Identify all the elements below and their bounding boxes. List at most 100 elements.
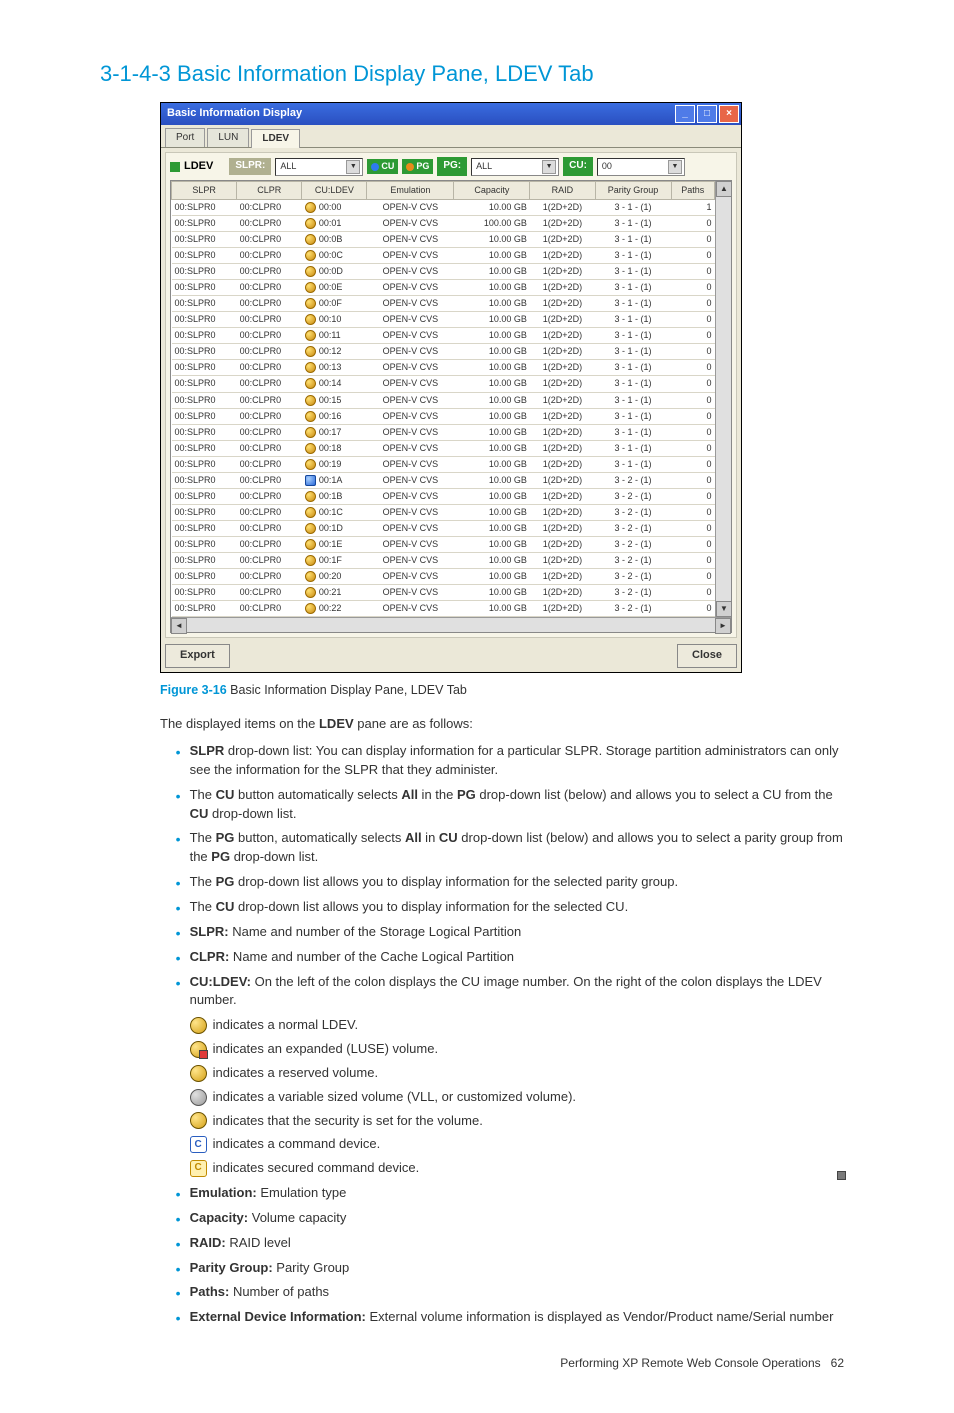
table-row[interactable]: 00:SLPR000:CLPR000:1EOPEN-V CVS10.00 GB1… [172, 536, 715, 552]
table-row[interactable]: 00:SLPR000:CLPR000:11OPEN-V CVS10.00 GB1… [172, 328, 715, 344]
table-row[interactable]: 00:SLPR000:CLPR000:18OPEN-V CVS10.00 GB1… [172, 440, 715, 456]
intro-text: The displayed items on the LDEV pane are… [160, 715, 844, 734]
chevron-down-icon: ▼ [668, 160, 682, 174]
chevron-down-icon: ▼ [542, 160, 556, 174]
scroll-up-icon[interactable]: ▲ [716, 181, 732, 197]
bullet-list: SLPR drop-down list: You can display inf… [160, 742, 844, 1327]
disk-icon [305, 603, 316, 614]
pg-label: PG: [437, 157, 467, 176]
tabstrip: Port LUN LDEV [161, 125, 741, 149]
column-header[interactable]: Parity Group [595, 181, 671, 199]
table-row[interactable]: 00:SLPR000:CLPR000:0EOPEN-V CVS10.00 GB1… [172, 280, 715, 296]
titlebar: Basic Information Display _ □ × [161, 103, 741, 125]
tab-port[interactable]: Port [165, 128, 205, 148]
table-row[interactable]: 00:SLPR000:CLPR000:12OPEN-V CVS10.00 GB1… [172, 344, 715, 360]
disk-icon [305, 202, 316, 213]
scroll-left-icon[interactable]: ◄ [171, 618, 187, 634]
maximize-icon[interactable]: □ [697, 105, 717, 123]
disk-icon [305, 266, 316, 277]
table-row[interactable]: 00:SLPR000:CLPR000:22OPEN-V CVS10.00 GB1… [172, 601, 715, 617]
column-header[interactable]: Emulation [367, 181, 454, 199]
slpr-dropdown[interactable]: ALL ▼ [275, 158, 363, 176]
pg-dropdown[interactable]: ALL ▼ [471, 158, 559, 176]
table-row[interactable]: 00:SLPR000:CLPR000:0FOPEN-V CVS10.00 GB1… [172, 296, 715, 312]
column-header[interactable]: CLPR [237, 181, 302, 199]
disk-icon [305, 234, 316, 245]
section-heading: 3-1-4-3 Basic Information Display Pane, … [100, 58, 844, 90]
cu-dropdown[interactable]: 00 ▼ [597, 158, 685, 176]
tab-ldev[interactable]: LDEV [251, 129, 300, 149]
normal-ldev-icon [190, 1017, 207, 1034]
table-row[interactable]: 00:SLPR000:CLPR000:0BOPEN-V CVS10.00 GB1… [172, 232, 715, 248]
table-row[interactable]: 00:SLPR000:CLPR000:1FOPEN-V CVS10.00 GB1… [172, 552, 715, 568]
table-row[interactable]: 00:SLPR000:CLPR000:16OPEN-V CVS10.00 GB1… [172, 408, 715, 424]
disk-icon [305, 459, 316, 470]
disk-icon [305, 330, 316, 341]
column-header[interactable]: Capacity [454, 181, 530, 199]
radio-icon [406, 163, 414, 171]
table-row[interactable]: 00:SLPR000:CLPR000:01OPEN-V CVS100.00 GB… [172, 215, 715, 231]
table-row[interactable]: 00:SLPR000:CLPR000:14OPEN-V CVS10.00 GB1… [172, 376, 715, 392]
list-item: CLPR: Name and number of the Cache Logic… [176, 948, 844, 967]
column-header[interactable]: RAID [530, 181, 595, 199]
minimize-icon[interactable]: _ [675, 105, 695, 123]
close-button[interactable]: Close [677, 644, 737, 668]
cu-button[interactable]: CU [367, 159, 398, 174]
cmd-ldev-icon [190, 1136, 207, 1153]
disk-icon [305, 314, 316, 325]
export-button[interactable]: Export [165, 644, 230, 668]
tab-lun[interactable]: LUN [207, 128, 249, 148]
table-row[interactable]: 00:SLPR000:CLPR000:10OPEN-V CVS10.00 GB1… [172, 312, 715, 328]
disk-icon [305, 587, 316, 598]
column-header[interactable]: Paths [671, 181, 714, 199]
window-title: Basic Information Display [167, 106, 302, 122]
legend-item: indicates a normal LDEV. [190, 1016, 844, 1035]
list-item: External Device Information: External vo… [176, 1308, 844, 1327]
list-item: Parity Group: Parity Group [176, 1259, 844, 1278]
luse-ldev-icon [190, 1041, 207, 1058]
ldev-table: SLPRCLPRCU:LDEVEmulationCapacityRAIDPari… [171, 181, 715, 617]
disk-icon [305, 539, 316, 550]
scroll-down-icon[interactable]: ▼ [716, 601, 732, 617]
table-row[interactable]: 00:SLPR000:CLPR000:00OPEN-V CVS10.00 GB1… [172, 199, 715, 215]
table-row[interactable]: 00:SLPR000:CLPR000:20OPEN-V CVS10.00 GB1… [172, 569, 715, 585]
legend-item: indicates a variable sized volume (VLL, … [190, 1088, 844, 1107]
page-footer: Performing XP Remote Web Console Operati… [100, 1355, 844, 1372]
disk-icon [305, 346, 316, 357]
column-header[interactable]: SLPR [172, 181, 237, 199]
disk-icon [305, 507, 316, 518]
vll-ldev-icon [190, 1089, 207, 1106]
command-device-icon [305, 475, 316, 486]
cu-label: CU: [563, 157, 593, 176]
slpr-value: ALL [280, 160, 296, 173]
table-row[interactable]: 00:SLPR000:CLPR000:1AOPEN-V CVS10.00 GB1… [172, 472, 715, 488]
ldev-badge: LDEV [170, 159, 213, 175]
scroll-right-icon[interactable]: ► [715, 618, 731, 634]
legend-item: indicates a command device. [190, 1135, 844, 1154]
table-row[interactable]: 00:SLPR000:CLPR000:21OPEN-V CVS10.00 GB1… [172, 585, 715, 601]
table-row[interactable]: 00:SLPR000:CLPR000:1COPEN-V CVS10.00 GB1… [172, 504, 715, 520]
table-row[interactable]: 00:SLPR000:CLPR000:15OPEN-V CVS10.00 GB1… [172, 392, 715, 408]
table-row[interactable]: 00:SLPR000:CLPR000:0COPEN-V CVS10.00 GB1… [172, 248, 715, 264]
list-item: SLPR: Name and number of the Storage Log… [176, 923, 844, 942]
table-row[interactable]: 00:SLPR000:CLPR000:17OPEN-V CVS10.00 GB1… [172, 424, 715, 440]
security-ldev-icon [190, 1112, 207, 1129]
cmdsec-ldev-icon [190, 1160, 207, 1177]
list-item: RAID: RAID level [176, 1234, 844, 1253]
column-header[interactable]: CU:LDEV [302, 181, 367, 199]
slpr-label: SLPR: [229, 158, 271, 175]
disk-icon [305, 218, 316, 229]
screenshot-window: Basic Information Display _ □ × Port LUN… [160, 102, 742, 673]
table-row[interactable]: 00:SLPR000:CLPR000:0DOPEN-V CVS10.00 GB1… [172, 264, 715, 280]
legend-item: indicates secured command device. [190, 1159, 844, 1178]
pg-button[interactable]: PG [402, 159, 433, 174]
table-row[interactable]: 00:SLPR000:CLPR000:1BOPEN-V CVS10.00 GB1… [172, 488, 715, 504]
table-row[interactable]: 00:SLPR000:CLPR000:1DOPEN-V CVS10.00 GB1… [172, 520, 715, 536]
close-icon[interactable]: × [719, 105, 739, 123]
list-item: The PG drop-down list allows you to disp… [176, 873, 844, 892]
table-row[interactable]: 00:SLPR000:CLPR000:13OPEN-V CVS10.00 GB1… [172, 360, 715, 376]
table-row[interactable]: 00:SLPR000:CLPR000:19OPEN-V CVS10.00 GB1… [172, 456, 715, 472]
vertical-scrollbar[interactable]: ▲ ▼ [715, 181, 731, 617]
horizontal-scrollbar[interactable]: ◄ ► [171, 617, 731, 632]
disk-icon [305, 395, 316, 406]
